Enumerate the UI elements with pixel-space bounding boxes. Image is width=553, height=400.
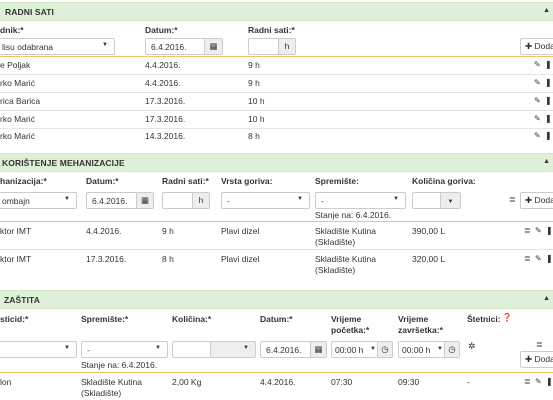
row-amount: 2,00 Kg: [172, 377, 202, 387]
label-vrijeme-zavrsetka-1: Vrijeme: [398, 314, 429, 324]
panel-header[interactable]: ZAŠTITA ▲: [0, 290, 553, 309]
kolicina-unit-select[interactable]: ▼: [210, 341, 256, 358]
vrijeme-pocetka-value: 00:00 h: [335, 345, 364, 355]
calendar-icon[interactable]: ▦: [310, 342, 326, 357]
form-divider: [0, 372, 553, 373]
label-kolicina: Količina:*: [172, 314, 212, 324]
chevron-down-icon: ▼: [243, 345, 249, 351]
label-spremiste: Spremište:*: [81, 314, 129, 324]
label-stetnici: Štetnici:: [467, 314, 501, 324]
label-datum: Datum:*: [260, 314, 293, 324]
row-store-type: (Skladište): [81, 388, 122, 398]
label-vrijeme-pocetka-2: početka:*: [331, 325, 370, 335]
row-store: Skladište Kutina: [81, 377, 142, 387]
clock-icon[interactable]: ◷: [444, 342, 459, 357]
datum-input[interactable]: 6.4.2016. ▦: [260, 341, 327, 358]
chevron-down-icon: ▼: [155, 345, 161, 351]
spremiste-select[interactable]: - ▼: [81, 341, 168, 358]
panel-title: ZAŠTITA: [4, 295, 40, 305]
help-icon[interactable]: ❓: [502, 313, 512, 322]
list-icon[interactable]: ≣: [536, 340, 543, 349]
row-end: 09:30: [398, 377, 420, 387]
row-date: 4.4.2016.: [260, 377, 296, 387]
label-pesticid: sticid:*: [0, 314, 29, 324]
row-start: 07:30: [331, 377, 353, 387]
collapse-icon[interactable]: ▲: [543, 295, 550, 302]
label-vrijeme-pocetka-1: Vrijeme: [331, 314, 362, 324]
clock-icon[interactable]: ◷: [377, 342, 392, 357]
vrijeme-zavrsetka-input[interactable]: 00:00 h ▼ ◷: [398, 341, 460, 358]
chevron-down-icon: ▼: [370, 346, 376, 352]
plus-icon: ✚: [525, 354, 533, 364]
chevron-down-icon: ▼: [437, 346, 443, 352]
delete-icon[interactable]: ❚: [546, 377, 553, 386]
bug-icon[interactable]: ✲: [468, 341, 476, 352]
zastita-panel: ZAŠTITA ▲ sticid:* Spremište:* Količina:…: [0, 0, 553, 400]
row-name: lon: [0, 377, 12, 387]
add-zastita-button[interactable]: ✚ Doda: [520, 351, 553, 368]
add-label: Doda: [534, 354, 553, 364]
kolicina-input[interactable]: [172, 341, 211, 358]
edit-icon[interactable]: ✎: [535, 377, 542, 386]
datum-input-value: 6.4.2016.: [266, 345, 302, 355]
stanje-text: Stanje na: 6.4.2016.: [81, 360, 158, 370]
chevron-down-icon: ▼: [64, 345, 70, 351]
vrijeme-zavrsetka-value: 00:00 h: [402, 345, 431, 355]
vrijeme-pocetka-input[interactable]: 00:00 h ▼ ◷: [331, 341, 393, 358]
label-vrijeme-zavrsetka-2: završetka:*: [398, 325, 443, 335]
pesticid-select[interactable]: ▼: [0, 341, 77, 358]
row-pests: -: [467, 377, 470, 387]
spremiste-value: -: [87, 345, 90, 355]
list-icon[interactable]: ≣: [524, 377, 531, 386]
